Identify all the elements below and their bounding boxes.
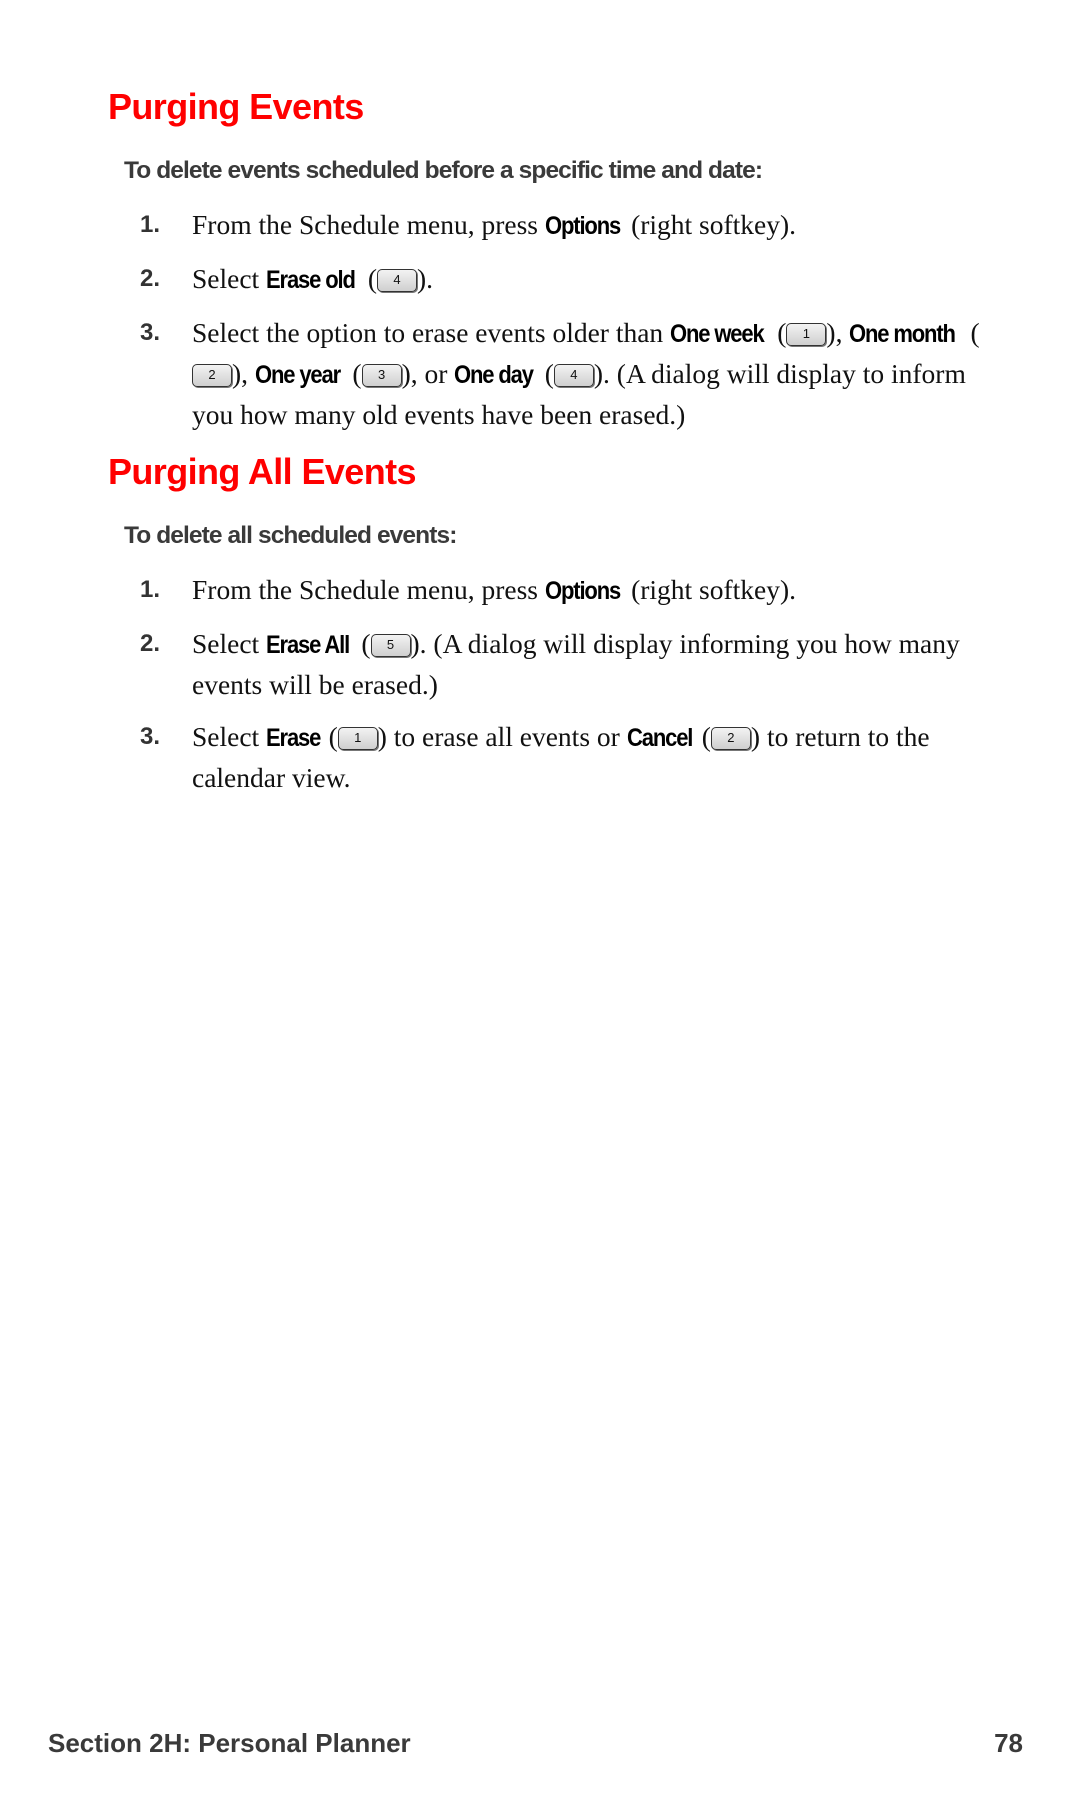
step-text-run: ( <box>770 317 787 348</box>
menu-option-label: One week <box>670 320 765 348</box>
menu-option-label: Erase old <box>266 266 356 294</box>
keypad-key-icon: 1 <box>337 727 378 750</box>
step-text-run: (right softkey). <box>624 574 797 605</box>
step-item: 3. Select the option to erase events olde… <box>140 313 1000 434</box>
step-number: 2. <box>140 265 161 292</box>
keypad-key-icon: 4 <box>376 269 417 292</box>
step-text-run: ( <box>321 721 338 752</box>
step-text-run: ( <box>360 263 377 294</box>
menu-option-label: Erase All <box>266 631 350 659</box>
keypad-key-icon: 2 <box>710 727 751 750</box>
menu-option-label: Cancel <box>626 724 693 752</box>
step-text-run: ), <box>826 317 850 348</box>
step-text-run: ). <box>416 263 434 294</box>
step-text-run: (right softkey). <box>624 209 797 240</box>
keypad-key-icon: 5 <box>370 634 411 657</box>
menu-option-label: Erase <box>266 724 321 752</box>
keypad-key-icon: 4 <box>553 364 594 387</box>
step-text-run: Select <box>192 628 267 659</box>
step-text: Select Erase All (5). (A dialog will dis… <box>192 624 1000 704</box>
step-text-run: From the Schedule menu, press <box>192 574 545 605</box>
menu-option-label: One year <box>254 361 341 389</box>
step-item: 1. From the Schedule menu, press Options … <box>140 570 1000 611</box>
step-text: Select the option to erase events older … <box>192 313 1000 434</box>
step-text: From the Schedule menu, press Options (r… <box>192 205 1000 246</box>
keypad-key-icon: 2 <box>192 364 232 387</box>
footer-section-title: Section 2H: Personal Planner <box>48 1728 411 1758</box>
step-item: 2. Select Erase All (5). (A dialog will d… <box>140 624 1000 704</box>
instruction-subheading: To delete events scheduled before a spec… <box>124 157 763 184</box>
step-item: 3. Select Erase (1) to erase all events o… <box>140 717 1000 797</box>
menu-option-label: One day <box>454 361 534 389</box>
step-number: 1. <box>140 211 161 238</box>
step-number: 3. <box>140 319 161 346</box>
step-item: 2. Select Erase old (4). <box>140 259 1000 300</box>
step-text-run: ( <box>354 628 371 659</box>
keypad-key-icon: 1 <box>786 323 827 346</box>
step-text: Select Erase (1) to erase all events or … <box>192 717 1000 797</box>
step-text-run: From the Schedule menu, press <box>192 209 545 240</box>
menu-option-label: Options <box>544 577 621 605</box>
step-text-run: ( <box>963 317 980 348</box>
page-number: 78 <box>994 1728 1023 1758</box>
step-number: 3. <box>140 723 161 750</box>
step-text-run: ), <box>232 358 255 389</box>
step-text: Select Erase old (4). <box>192 259 1000 300</box>
section-heading-purging-events: Purging Events <box>108 86 364 127</box>
step-text-run: Select the option to erase events older … <box>192 317 671 348</box>
step-number: 2. <box>140 630 161 657</box>
instruction-subheading: To delete all scheduled events: <box>124 522 457 549</box>
step-text-run: Select <box>192 721 267 752</box>
keypad-key-icon: 3 <box>361 364 402 387</box>
step-text-run: ( <box>694 721 711 752</box>
step-text-run: ( <box>537 358 554 389</box>
menu-option-label: Options <box>544 212 621 240</box>
step-item: 1. From the Schedule menu, press Options … <box>140 205 1000 246</box>
menu-option-label: One month <box>849 320 956 348</box>
step-text: From the Schedule menu, press Options (r… <box>192 570 1000 611</box>
step-text-run: ), or <box>401 358 455 389</box>
step-text-run: ( <box>345 358 362 389</box>
section-heading-purging-all-events: Purging All Events <box>108 451 417 492</box>
step-number: 1. <box>140 576 161 603</box>
step-text-run: Select <box>192 263 267 294</box>
step-text-run: ) to erase all events or <box>377 721 627 752</box>
